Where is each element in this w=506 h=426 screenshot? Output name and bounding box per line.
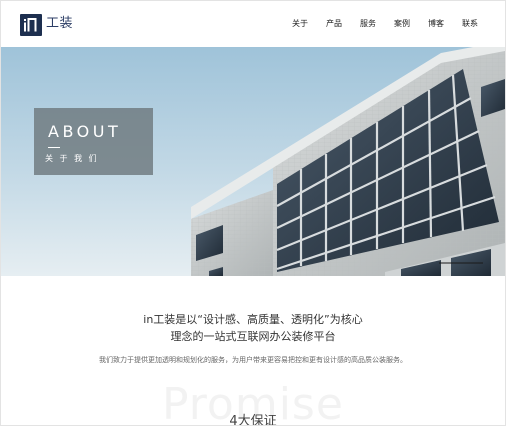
headline-line-2: 理念的一站式互联网办公装修平台 xyxy=(170,330,336,343)
nav-contact[interactable]: 联系 xyxy=(453,16,487,32)
nav-blog[interactable]: 博客 xyxy=(419,16,453,32)
main-nav: 关于 产品 服务 案例 博客 联系 xyxy=(283,16,487,32)
nav-products[interactable]: 产品 xyxy=(317,16,351,32)
nav-cases[interactable]: 案例 xyxy=(385,16,419,32)
about-title: ABOUT xyxy=(48,122,122,141)
site-header: 工装 关于 产品 服务 案例 博客 联系 xyxy=(1,1,505,47)
headline-line-1: in工装是以“设计感、高质量、透明化”为核心 xyxy=(143,313,363,326)
logo-text[interactable]: 工装 xyxy=(46,14,73,34)
section-title: 4大保证 xyxy=(229,414,277,426)
logo-icon[interactable] xyxy=(20,14,42,36)
nav-services[interactable]: 服务 xyxy=(351,16,385,32)
intro-section: Promise in工装是以“设计感、高质量、透明化”为核心 理念的一站式互联网… xyxy=(1,276,505,426)
hero-banner: ABOUT 关 于 我 们 xyxy=(1,47,505,276)
about-divider xyxy=(48,147,60,148)
nav-about[interactable]: 关于 xyxy=(283,16,317,32)
page-frame: 工装 关于 产品 服务 案例 博客 联系 ABOUT 关 于 我 们 Promi… xyxy=(0,0,506,426)
intro-description: 我们致力于提供更加透明和规划化的服务，为用户带来更容易把控和更有设计感的高品质公… xyxy=(99,356,407,364)
about-subtitle: 关 于 我 们 xyxy=(45,154,99,163)
about-overlay-box: ABOUT 关 于 我 们 xyxy=(34,108,153,175)
